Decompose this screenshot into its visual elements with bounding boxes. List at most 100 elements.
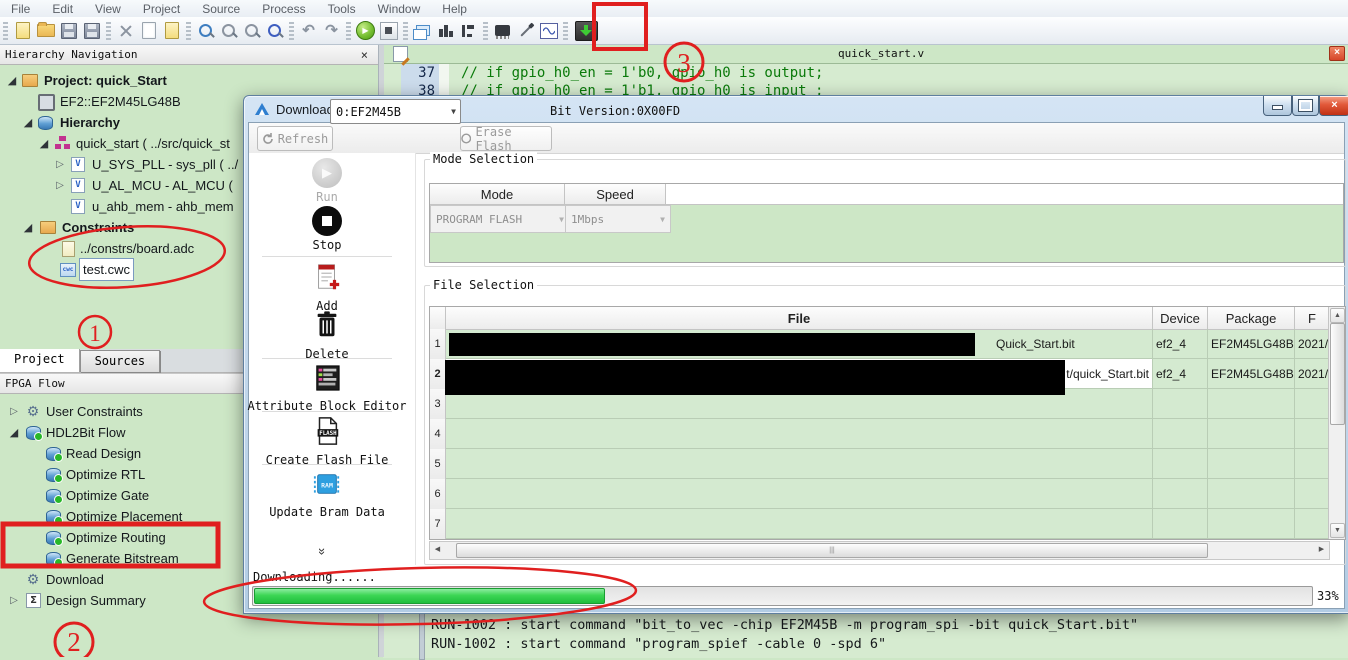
expanded-icon[interactable]: ◢: [6, 74, 18, 87]
tab-sources[interactable]: Sources: [79, 350, 161, 372]
menu-source[interactable]: Source: [191, 2, 251, 16]
gear-icon: ⚙: [26, 571, 40, 587]
device-column-header[interactable]: Device: [1153, 307, 1208, 330]
collapsed-icon[interactable]: ▷: [8, 595, 20, 606]
sidebar-divider: [262, 256, 392, 257]
attribute-editor-icon: [316, 365, 340, 391]
console-scrollbar[interactable]: [419, 613, 425, 660]
device-select[interactable]: 0:EF2M45B ▼: [330, 99, 461, 124]
menu-file[interactable]: File: [0, 2, 41, 16]
undo-icon[interactable]: ↶: [297, 20, 320, 42]
open-folder-icon[interactable]: [34, 20, 57, 42]
file-row[interactable]: 5: [430, 449, 1345, 480]
menu-tools[interactable]: Tools: [317, 2, 367, 16]
editor-close-icon[interactable]: ×: [1329, 46, 1345, 61]
delete-button[interactable]: Delete: [244, 310, 410, 363]
vertical-scrollbar[interactable]: ▲ ▼: [1328, 307, 1345, 539]
scroll-down-icon[interactable]: ▼: [1330, 523, 1345, 538]
package-cell[interactable]: EF2M45LG48B: [1208, 329, 1295, 359]
run-button[interactable]: ▶ Run: [244, 158, 410, 206]
chip-icon: [38, 94, 55, 111]
new-file-icon[interactable]: [11, 20, 34, 42]
panel-close-icon[interactable]: ×: [361, 48, 368, 62]
refresh-button[interactable]: Refresh: [257, 126, 333, 151]
tab-project[interactable]: Project: [0, 349, 80, 372]
file-column-header[interactable]: File: [446, 307, 1153, 330]
expanded-icon[interactable]: ◢: [38, 137, 50, 150]
package-column-header[interactable]: Package: [1208, 307, 1295, 330]
chevron-double-down-icon[interactable]: »: [315, 548, 330, 553]
editor-tab-title[interactable]: quick_start.v: [838, 47, 924, 60]
redo-icon[interactable]: ↷: [320, 20, 343, 42]
expanded-icon[interactable]: ◢: [22, 221, 34, 234]
attribute-block-editor-button[interactable]: Attribute Block Editor: [244, 364, 410, 415]
scrollbar-thumb[interactable]: |||: [456, 543, 1208, 558]
save-all-icon[interactable]: [80, 20, 103, 42]
report-chart-icon[interactable]: [457, 20, 480, 42]
trash-icon: [317, 311, 337, 337]
speed-select[interactable]: 1Mbps ▼: [565, 205, 671, 233]
zoom-out-icon[interactable]: [240, 20, 263, 42]
console-panel[interactable]: RUN-1002 : start command "bit_to_vec -ch…: [383, 612, 1348, 660]
save-icon[interactable]: [57, 20, 80, 42]
device-cell[interactable]: ef2_4: [1153, 359, 1208, 389]
scrollbar-thumb[interactable]: [1330, 323, 1345, 425]
stop-button[interactable]: Stop: [244, 206, 410, 254]
database-icon: [38, 116, 53, 130]
menu-help[interactable]: Help: [431, 2, 478, 16]
chip-icon[interactable]: [491, 20, 514, 42]
mode-select[interactable]: PROGRAM FLASH ▼: [430, 205, 570, 233]
probe-icon[interactable]: [514, 20, 537, 42]
speed-column-header[interactable]: Speed: [565, 184, 666, 205]
collapsed-icon[interactable]: ▷: [8, 406, 20, 417]
date-column-header[interactable]: F: [1295, 307, 1330, 330]
menu-edit[interactable]: Edit: [41, 2, 84, 16]
file-row[interactable]: 6: [430, 479, 1345, 510]
row-number: 2: [430, 359, 446, 390]
toolbar-grip: [483, 21, 488, 40]
menu-process[interactable]: Process: [251, 2, 316, 16]
add-button[interactable]: Add: [244, 262, 410, 315]
cut-icon[interactable]: [114, 20, 137, 42]
expanded-icon[interactable]: ◢: [22, 116, 34, 129]
expanded-icon[interactable]: ◢: [8, 426, 20, 439]
scroll-up-icon[interactable]: ▲: [1330, 308, 1345, 323]
package-cell[interactable]: EF2M45LG48B: [1208, 359, 1295, 389]
maximize-icon[interactable]: [1292, 96, 1319, 116]
date-cell[interactable]: 2021/: [1295, 329, 1329, 359]
tree-item-project[interactable]: ◢ Project: quick_Start: [0, 70, 378, 91]
file-row[interactable]: 4: [430, 419, 1345, 450]
scroll-right-icon[interactable]: ▶: [1315, 543, 1328, 556]
erase-flash-button[interactable]: Erase Flash: [460, 125, 552, 153]
date-cell[interactable]: 2021/: [1295, 359, 1329, 389]
bar-chart-icon[interactable]: [434, 20, 457, 42]
minimize-icon[interactable]: [1263, 96, 1292, 116]
waveform-icon[interactable]: [537, 20, 560, 42]
progress-percent: 33%: [1317, 589, 1339, 603]
close-icon[interactable]: ×: [1319, 96, 1348, 116]
menu-view[interactable]: View: [84, 2, 132, 16]
menu-project[interactable]: Project: [132, 2, 191, 16]
folder-icon: [40, 221, 56, 234]
update-bram-data-button[interactable]: RAM Update Bram Data: [244, 470, 410, 521]
search-icon[interactable]: [194, 20, 217, 42]
paste-icon[interactable]: [160, 20, 183, 42]
horizontal-scrollbar[interactable]: ◀ ||| ▶: [429, 541, 1330, 560]
menu-window[interactable]: Window: [367, 2, 432, 16]
collapsed-icon[interactable]: ▷: [54, 180, 66, 191]
copy-icon[interactable]: [137, 20, 160, 42]
collapsed-icon[interactable]: ▷: [54, 159, 66, 170]
flow-database-icon: [26, 426, 43, 441]
cascade-windows-icon[interactable]: [411, 20, 434, 42]
scroll-left-icon[interactable]: ◀: [431, 543, 444, 556]
device-cell[interactable]: ef2_4: [1153, 329, 1208, 359]
download-icon[interactable]: [571, 20, 601, 42]
file-row[interactable]: 7: [430, 509, 1345, 539]
mode-column-header[interactable]: Mode: [430, 184, 565, 205]
create-flash-file-button[interactable]: FLASH Create Flash File: [244, 416, 410, 469]
run-process-icon[interactable]: ▶: [354, 20, 377, 42]
row-number: 5: [430, 449, 446, 480]
find-replace-icon[interactable]: [263, 20, 286, 42]
stop-process-icon[interactable]: [377, 20, 400, 42]
zoom-in-icon[interactable]: [217, 20, 240, 42]
